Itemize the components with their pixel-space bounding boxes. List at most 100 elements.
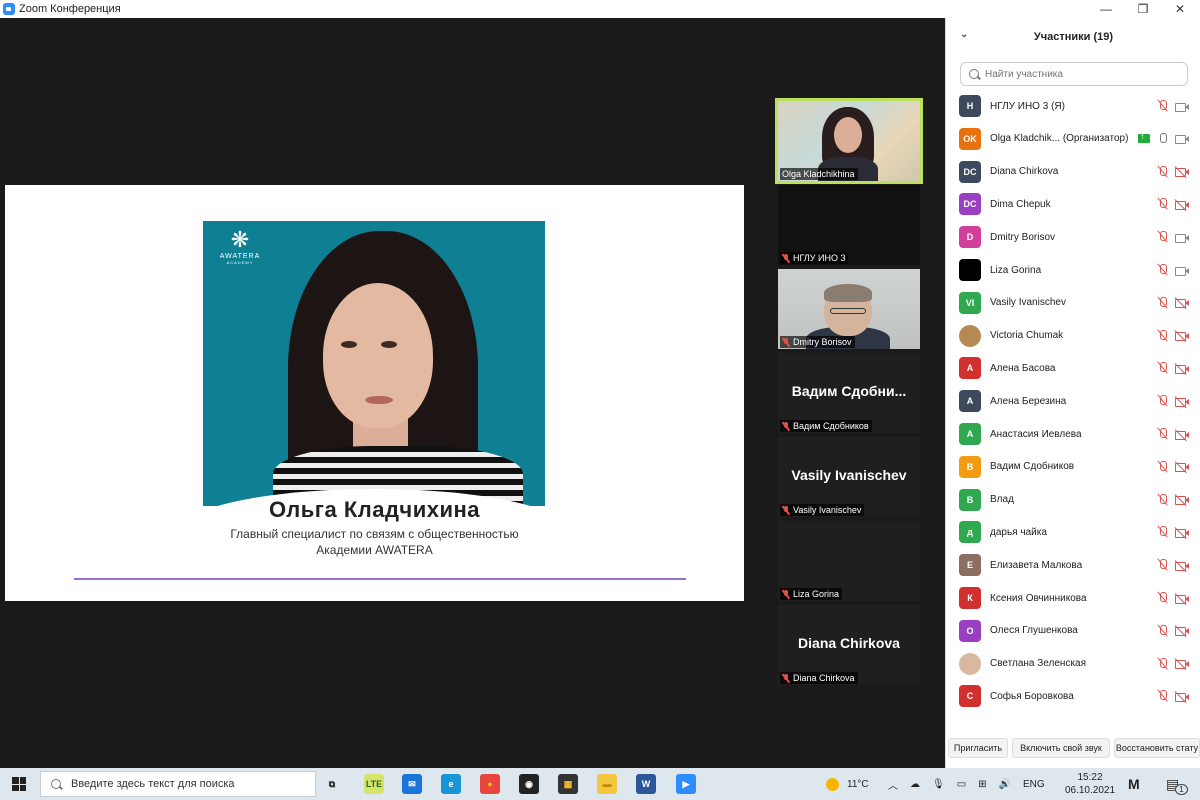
participant-row[interactable]: А Алена Басова: [946, 352, 1200, 384]
close-button[interactable]: ✕: [1162, 0, 1198, 18]
camera-off-icon[interactable]: [1174, 625, 1189, 638]
mic-muted-icon[interactable]: [1157, 197, 1169, 211]
mic-muted-icon[interactable]: [1157, 558, 1169, 572]
mic-muted-icon[interactable]: [1157, 460, 1169, 474]
camera-off-icon[interactable]: [1174, 297, 1189, 310]
volume-icon[interactable]: 🔊: [999, 779, 1011, 790]
mic-muted-icon[interactable]: [1157, 624, 1169, 638]
camera-icon[interactable]: [1175, 265, 1189, 276]
video-thumb-vadim[interactable]: Вадим Сдобни... Вадим Сдобников: [778, 353, 920, 433]
mic-muted-icon[interactable]: [1157, 689, 1169, 703]
store-icon[interactable]: ▦: [558, 774, 578, 794]
mic-muted-icon[interactable]: [1157, 394, 1169, 408]
obs-icon[interactable]: ◉: [519, 774, 539, 794]
unmute-self-button[interactable]: Включить свой звук: [1012, 738, 1110, 758]
participant-row[interactable]: А Анастасия Иевлева: [946, 418, 1200, 450]
mail-icon[interactable]: ✉: [402, 774, 422, 794]
zoom-icon[interactable]: ▶: [676, 774, 696, 794]
camera-off-icon[interactable]: [1174, 165, 1189, 179]
camera-off-icon[interactable]: [1174, 559, 1189, 572]
invite-button[interactable]: Пригласить: [948, 738, 1008, 758]
notifications-icon[interactable]: ▤ 1: [1166, 768, 1188, 800]
thumb-label: Diana Chirkova: [780, 672, 858, 684]
mic-muted-icon[interactable]: [1157, 525, 1169, 539]
restore-button[interactable]: ❐: [1125, 0, 1161, 18]
participant-row[interactable]: VI Vasily Ivanischev: [946, 287, 1200, 319]
microphone-icon[interactable]: 🎙: [932, 779, 945, 790]
clock[interactable]: 15:22 06.10.2021: [1060, 771, 1120, 797]
camera-off-icon[interactable]: [1174, 395, 1189, 408]
mic-muted-icon[interactable]: [1157, 296, 1169, 310]
collapse-chevron-icon[interactable]: ⌄: [960, 29, 968, 40]
edge-icon[interactable]: e: [441, 774, 461, 794]
mic-muted-icon[interactable]: [1157, 657, 1169, 671]
camera-off-icon[interactable]: [1174, 592, 1189, 605]
camera-icon[interactable]: [1175, 133, 1189, 145]
camera-off-icon[interactable]: [1174, 198, 1189, 212]
camera-off-icon[interactable]: [1174, 362, 1189, 376]
camera-off-icon[interactable]: [1174, 428, 1189, 441]
participant-row[interactable]: В Влад: [946, 484, 1200, 516]
mic-muted-icon[interactable]: [1157, 329, 1169, 343]
participant-row[interactable]: Liza Gorina: [946, 254, 1200, 286]
chrome-icon[interactable]: ●: [480, 774, 500, 794]
mic-muted-icon[interactable]: [1157, 165, 1169, 179]
task-view-icon[interactable]: ⧉: [322, 774, 342, 794]
input-language[interactable]: ENG: [1023, 779, 1045, 790]
participant-row[interactable]: О Олеся Глушенкова: [946, 615, 1200, 647]
participant-row[interactable]: DC Diana Chirkova: [946, 156, 1200, 188]
camera-off-icon[interactable]: [1174, 526, 1189, 540]
mic-muted-icon[interactable]: [1157, 493, 1169, 507]
video-thumb-olga[interactable]: Olga Kladchikhina: [775, 98, 923, 184]
video-thumb-ngly[interactable]: НГЛУ ИНО 3: [778, 185, 920, 265]
participant-row[interactable]: Светлана Зеленская: [946, 648, 1200, 680]
restore-status-button[interactable]: Восстановить стату: [1114, 738, 1200, 758]
mic-muted-icon[interactable]: [1157, 427, 1169, 441]
avatar: [959, 324, 981, 347]
participant-search[interactable]: [960, 62, 1188, 86]
mic-muted-icon[interactable]: [1157, 263, 1169, 277]
participant-row[interactable]: С Софья Боровкова: [946, 680, 1200, 712]
participant-row[interactable]: OK Olga Kladchik... (Организатор): [946, 123, 1200, 155]
mic-icon[interactable]: [1157, 132, 1169, 146]
participant-row[interactable]: К Ксения Овчинникова: [946, 582, 1200, 614]
taskbar-search[interactable]: Введите здесь текст для поиска: [40, 771, 316, 797]
battery-icon[interactable]: ▭: [957, 779, 966, 790]
participant-row[interactable]: В Вадим Сдобников: [946, 451, 1200, 483]
video-thumb-vasily[interactable]: Vasily Ivanischev Vasily Ivanischev: [778, 437, 920, 517]
minimize-button[interactable]: —: [1088, 0, 1124, 18]
mic-muted-icon[interactable]: [1157, 361, 1169, 375]
camera-off-icon[interactable]: [1174, 329, 1189, 343]
participant-row[interactable]: D Dmitry Borisov: [946, 221, 1200, 253]
participant-row[interactable]: Victoria Chumak: [946, 320, 1200, 352]
lte-app-icon[interactable]: LTE: [364, 774, 384, 794]
mic-muted-icon[interactable]: [1157, 99, 1169, 113]
participant-row[interactable]: Н НГЛУ ИНО 3 (Я): [946, 90, 1200, 122]
mic-muted-icon[interactable]: [1157, 230, 1169, 244]
camera-off-icon[interactable]: [1174, 493, 1189, 507]
network-icon[interactable]: ⊞: [978, 779, 986, 790]
camera-icon[interactable]: [1175, 232, 1189, 243]
tray-chevron-icon[interactable]: ︿: [888, 777, 898, 792]
video-thumb-dmitry[interactable]: Dmitry Borisov: [778, 269, 920, 349]
slide-divider: [74, 578, 686, 580]
windows-start-icon[interactable]: [12, 777, 26, 791]
participant-row[interactable]: DC Dima Chepuk: [946, 188, 1200, 220]
camera-off-icon[interactable]: [1174, 461, 1189, 474]
participant-row[interactable]: д дарья чайка: [946, 516, 1200, 548]
weather-widget[interactable]: 11°C: [826, 768, 869, 800]
word-icon[interactable]: W: [636, 774, 656, 794]
explorer-icon[interactable]: ▬: [597, 774, 617, 794]
participant-row[interactable]: Е Елизавета Малкова: [946, 549, 1200, 581]
mic-muted-icon[interactable]: [1157, 591, 1169, 605]
participant-search-input[interactable]: [985, 68, 1185, 80]
camera-icon[interactable]: [1175, 101, 1189, 112]
cloud-icon[interactable]: ☁: [910, 779, 920, 790]
camera-off-icon[interactable]: [1174, 690, 1189, 704]
video-thumb-liza[interactable]: Liza Gorina: [778, 521, 920, 601]
thumb-label: Olga Kladchikhina: [780, 168, 858, 180]
video-thumb-diana[interactable]: Diana Chirkova Diana Chirkova: [778, 605, 920, 685]
m-app-icon[interactable]: M: [1128, 768, 1140, 800]
participant-row[interactable]: А Алена Березина: [946, 385, 1200, 417]
camera-off-icon[interactable]: [1174, 657, 1189, 671]
